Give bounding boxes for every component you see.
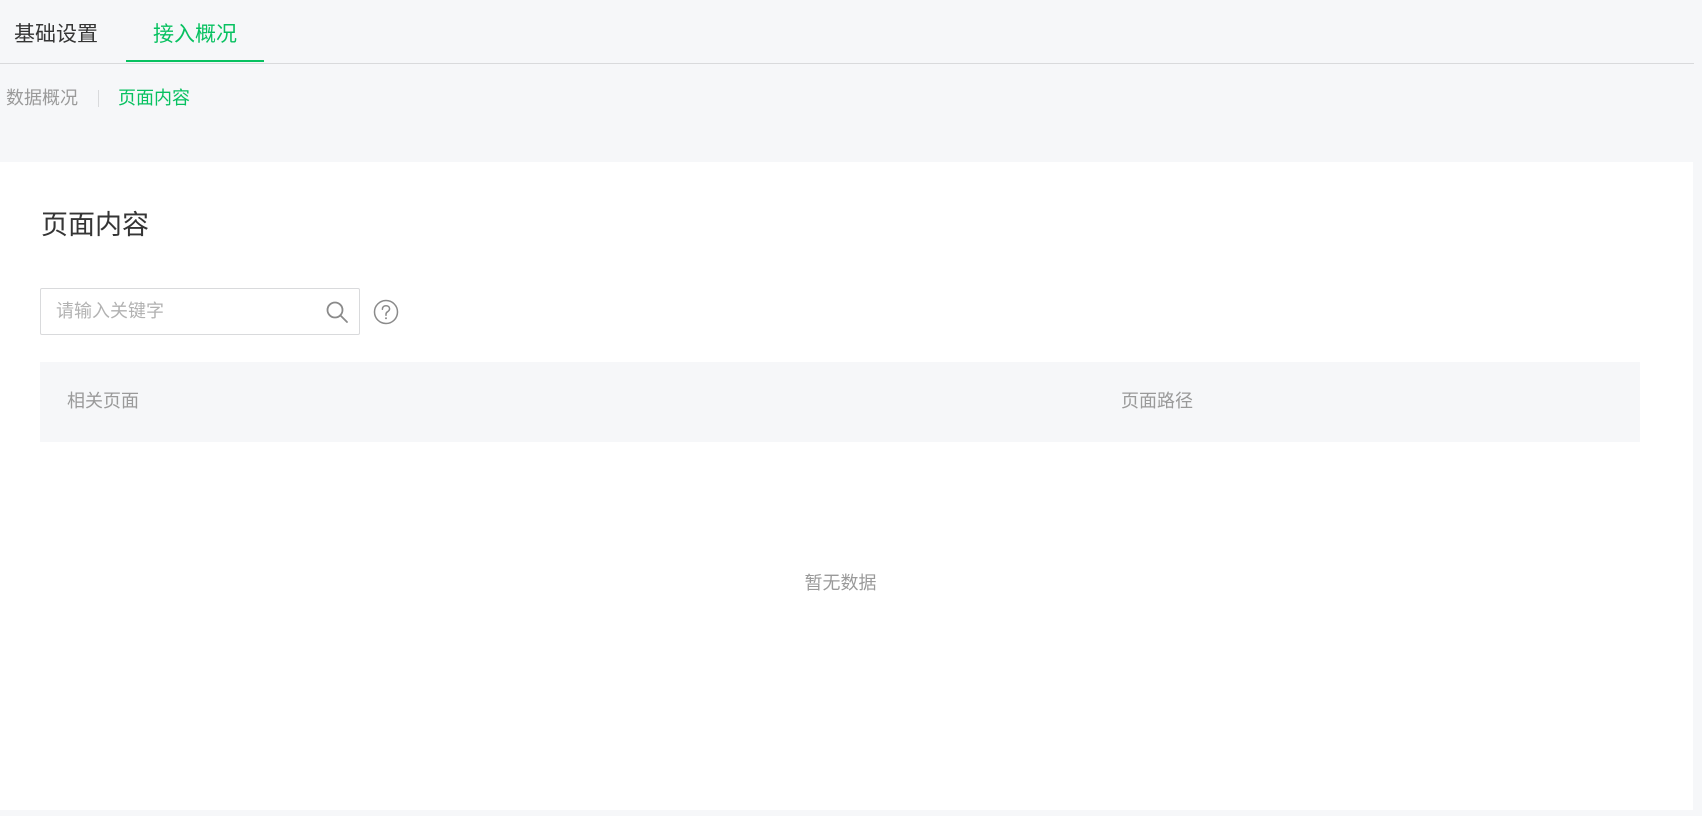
search-input[interactable] [56,289,306,334]
table-header: 相关页面 页面路径 [40,362,1640,442]
column-header-related-page: 相关页面 [67,391,139,412]
page-title: 页面内容 [41,210,149,241]
content-panel: 页面内容 相关页面 页面路径 暂无数据 [0,162,1693,810]
tab-access-overview[interactable]: 接入概况 [126,0,264,62]
subnav-page-content[interactable]: 页面内容 [118,84,190,114]
top-tab-bar: 基础设置 接入概况 [0,0,1694,64]
tab-basic-settings[interactable]: 基础设置 [14,0,98,62]
subnav-data-overview[interactable]: 数据概况 [6,84,78,114]
sub-navigation: 数据概况 页面内容 [6,84,190,114]
column-header-page-path: 页面路径 [1121,391,1193,412]
empty-state-text: 暂无数据 [804,573,877,594]
search-box [40,288,360,335]
subnav-divider [98,90,99,107]
help-icon[interactable] [373,299,399,325]
search-icon[interactable] [325,300,349,324]
